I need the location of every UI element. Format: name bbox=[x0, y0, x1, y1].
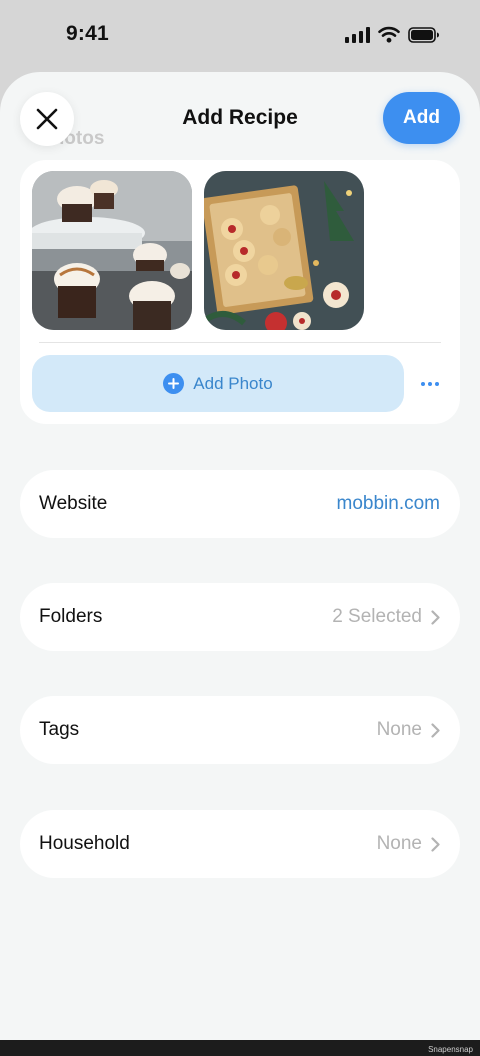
folders-value: 2 Selected bbox=[332, 606, 422, 627]
more-options-icon[interactable] bbox=[418, 372, 442, 396]
folders-label: Folders bbox=[39, 606, 103, 627]
photos-card: Add Photo bbox=[20, 160, 460, 424]
cookies-image bbox=[204, 171, 364, 330]
folders-row[interactable]: Folders 2 Selected bbox=[20, 583, 460, 651]
add-recipe-sheet: Add Recipe Add Photos Add Photo Website … bbox=[0, 72, 480, 1040]
website-label: Website bbox=[39, 493, 108, 514]
status-bar: 9:41 bbox=[0, 0, 480, 72]
tags-row[interactable]: Tags None bbox=[20, 696, 460, 764]
tags-value: None bbox=[376, 719, 422, 740]
wifi-icon bbox=[378, 26, 400, 43]
add-button[interactable]: Add bbox=[383, 92, 460, 144]
cupcakes-image bbox=[32, 171, 192, 330]
tags-label: Tags bbox=[39, 719, 80, 740]
battery-icon bbox=[408, 26, 439, 43]
household-row[interactable]: Household None bbox=[20, 810, 460, 878]
website-value[interactable]: mobbin.com bbox=[337, 493, 441, 515]
recipe-photo-cupcakes[interactable] bbox=[32, 171, 192, 330]
household-value: None bbox=[376, 833, 422, 854]
status-time: 9:41 bbox=[66, 22, 109, 45]
footer-bar: Snapensnap bbox=[0, 1040, 480, 1056]
website-row[interactable]: Website mobbin.com bbox=[20, 470, 460, 538]
photos-divider bbox=[39, 342, 441, 343]
close-icon bbox=[36, 108, 58, 130]
household-label: Household bbox=[39, 833, 130, 854]
cellular-signal-icon bbox=[345, 26, 370, 43]
chevron-right-icon bbox=[431, 722, 440, 738]
plus-icon bbox=[163, 373, 185, 394]
add-photo-label: Add Photo bbox=[193, 373, 273, 393]
recipe-photo-cookies[interactable] bbox=[204, 171, 364, 330]
status-icons bbox=[345, 26, 440, 43]
chevron-right-icon bbox=[431, 609, 440, 625]
chevron-right-icon bbox=[431, 836, 440, 852]
close-button[interactable] bbox=[20, 92, 74, 146]
add-photo-button[interactable]: Add Photo bbox=[32, 355, 404, 412]
watermark-text: Snapensnap bbox=[428, 1045, 473, 1054]
